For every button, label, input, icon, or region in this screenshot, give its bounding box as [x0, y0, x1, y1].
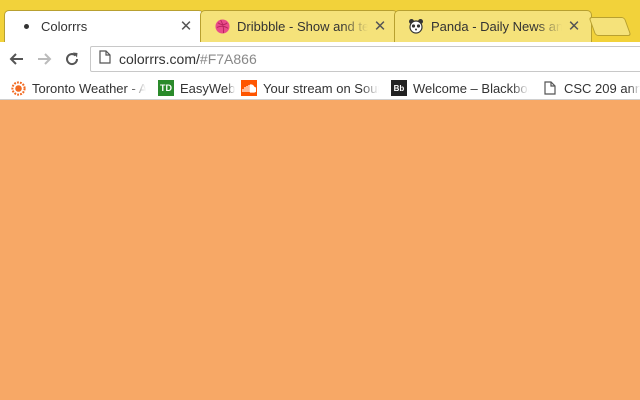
bookmark-easyweb[interactable]: TD EasyWeb — [158, 79, 236, 97]
blackboard-icon: Bb — [391, 80, 407, 96]
tab-dribbble[interactable]: Dribbble - Show and tell ✕ — [200, 10, 398, 42]
tab-panda[interactable]: Panda - Daily News and Inspiration ✕ — [394, 10, 592, 42]
tab-strip: Colorrrs ✕ Dribbble - Show and tell ✕ Pa… — [0, 0, 640, 42]
panda-icon — [408, 18, 424, 34]
weather-icon — [10, 80, 26, 96]
bookmark-blackboard[interactable]: Bb Welcome – Blackboard — [391, 79, 529, 97]
tab-colorrrs[interactable]: Colorrrs ✕ — [4, 10, 204, 42]
bookmark-label: Welcome – Blackboard — [413, 80, 529, 96]
bookmark-csc209[interactable]: CSC 209 announcements — [542, 79, 640, 97]
close-tab-icon[interactable]: ✕ — [178, 17, 194, 35]
page-icon — [99, 49, 111, 69]
new-tab-button[interactable] — [588, 17, 632, 36]
color-page-content — [0, 100, 640, 400]
td-icon: TD — [158, 80, 174, 96]
reload-icon — [66, 52, 79, 66]
toolbar: colorrrs.com/#F7A866 — [0, 42, 640, 76]
back-arrow-icon — [9, 53, 23, 65]
address-bar[interactable]: colorrrs.com/#F7A866 — [90, 46, 640, 72]
tab-title: Dribbble - Show and tell — [237, 18, 368, 34]
forward-button[interactable] — [33, 48, 55, 70]
close-tab-icon[interactable]: ✕ — [372, 17, 388, 35]
close-tab-icon[interactable]: ✕ — [566, 17, 582, 35]
bookmark-soundcloud[interactable]: Your stream on SoundCloud — [241, 79, 379, 97]
dot-icon — [18, 18, 34, 34]
soundcloud-icon — [241, 80, 257, 96]
url-text: colorrrs.com/#F7A866 — [119, 51, 257, 67]
dribbble-icon — [214, 18, 230, 34]
bookmark-label: Toronto Weather - AccuWeather — [32, 80, 146, 96]
bookmark-label: EasyWeb — [180, 80, 236, 96]
back-button[interactable] — [6, 48, 28, 70]
bookmark-toronto-weather[interactable]: Toronto Weather - AccuWeather — [10, 79, 146, 97]
bookmarks-bar: Toronto Weather - AccuWeather TD EasyWeb… — [0, 76, 640, 100]
url-path: #F7A866 — [199, 51, 257, 67]
page-icon — [542, 80, 558, 96]
reload-button[interactable] — [61, 48, 83, 70]
bookmark-label: Your stream on SoundCloud — [263, 80, 379, 96]
forward-arrow-icon — [38, 53, 52, 65]
tab-title: Panda - Daily News and Inspiration — [431, 18, 562, 34]
tab-title: Colorrrs — [41, 18, 88, 34]
bookmark-label: CSC 209 announcements — [564, 80, 640, 96]
url-host: colorrrs.com/ — [119, 51, 200, 67]
